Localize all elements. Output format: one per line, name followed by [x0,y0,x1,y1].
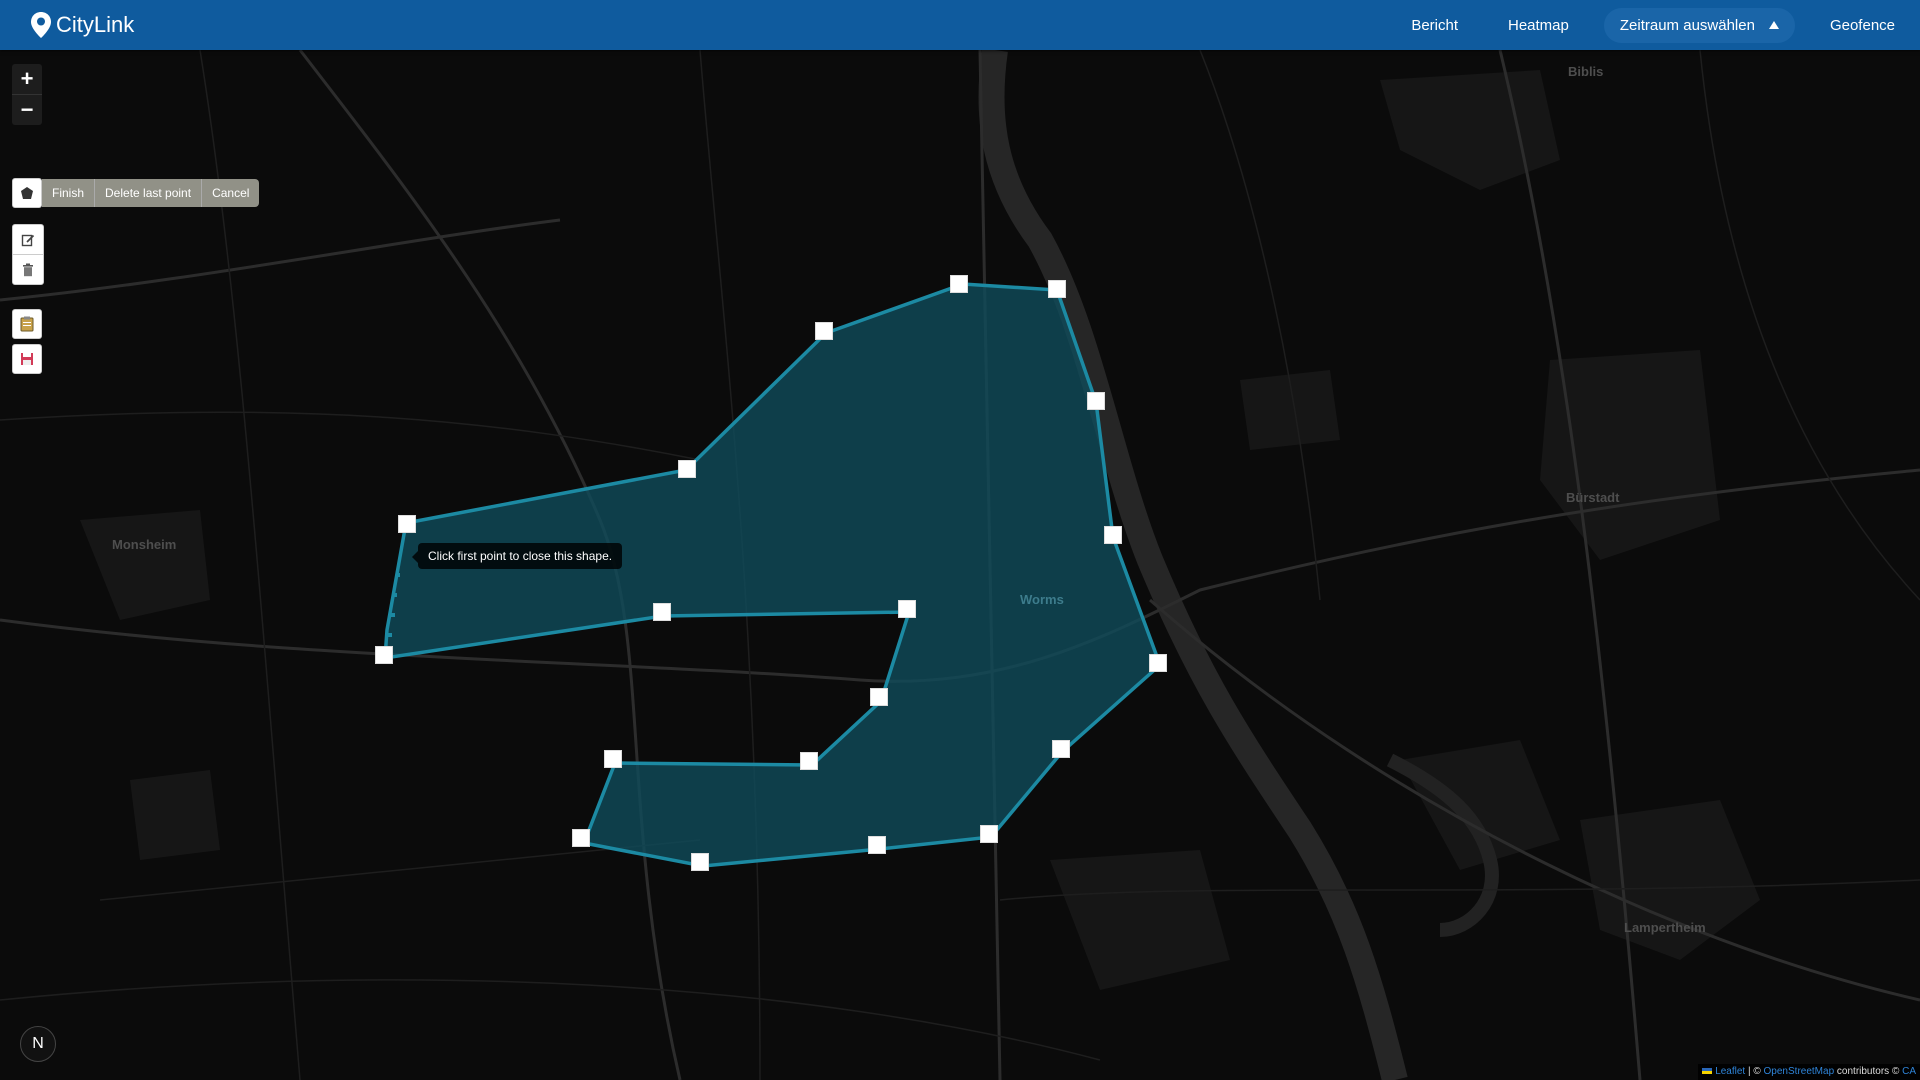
nav-bericht[interactable]: Bericht [1386,17,1483,34]
label-buerstadt: Bürstadt [1566,490,1620,505]
top-navbar: CityLink Bericht Heatmap Zeitraum auswäh… [0,0,1920,50]
zoom-out-button[interactable]: − [12,94,42,125]
finish-button[interactable]: Finish [42,179,94,207]
polygon-vertex[interactable] [1149,654,1167,672]
clipboard-icon [20,316,34,332]
polygon-vertex[interactable] [870,688,888,706]
osm-link[interactable]: OpenStreetMap [1764,1066,1835,1077]
clipboard-button[interactable] [12,309,42,339]
nav-menu: Bericht Heatmap Zeitraum auswählen Geofe… [1386,0,1920,50]
leaflet-link[interactable]: Leaflet [1715,1066,1745,1077]
zoom-control: + − [12,64,42,125]
label-biblis: Biblis [1568,64,1604,79]
zoom-in-button[interactable]: + [12,64,42,94]
polygon-vertex[interactable] [1104,526,1122,544]
label-worms: Worms [1020,592,1064,607]
polygon-vertex[interactable] [1052,740,1070,758]
save-button[interactable] [12,344,42,374]
carto-link[interactable]: CA [1902,1066,1916,1077]
polygon-vertex[interactable] [398,515,416,533]
flag-icon [1702,1068,1713,1074]
polygon-vertex[interactable] [800,752,818,770]
polygon-vertex[interactable] [1048,280,1066,298]
caret-up-icon [1768,21,1779,29]
polygon-icon [21,187,33,199]
draw-tooltip: Click first point to close this shape. [411,543,623,569]
draw-actions: Finish Delete last point Cancel [42,179,260,207]
edit-toolbar [12,224,44,285]
polygon-vertex[interactable] [815,322,833,340]
draw-toolbar [12,178,42,208]
label-monsheim: Monsheim [112,537,177,552]
nav-geofence[interactable]: Geofence [1805,17,1920,34]
delete-last-point-button[interactable]: Delete last point [94,179,201,207]
polygon-vertex[interactable] [980,825,998,843]
delete-layers-button[interactable] [13,254,43,284]
save-icon [21,353,33,365]
compass-north-icon[interactable]: N [20,1026,56,1062]
polygon-vertex[interactable] [868,836,886,854]
polygon-vertex[interactable] [572,829,590,847]
map-attribution: Leaflet | © OpenStreetMap contributors ©… [1698,1064,1920,1080]
polygon-tool-button[interactable] [12,178,42,208]
polygon-vertex[interactable] [653,603,671,621]
cancel-button[interactable]: Cancel [201,179,259,207]
map-pin-icon [31,12,51,38]
brand-name: CityLink [56,12,135,37]
polygon-vertex[interactable] [1087,392,1105,410]
trash-icon [23,263,33,276]
nav-zeitraum-label: Zeitraum auswählen [1619,16,1755,34]
attribution-sep: | © [1745,1066,1764,1077]
polygon-vertex[interactable] [604,750,622,768]
polygon-vertex[interactable] [691,853,709,871]
polygon-vertex[interactable] [898,600,916,618]
edit-icon [21,234,35,246]
map-canvas[interactable]: Biblis Monsheim Worms Bürstadt Lamperthe… [0,50,1920,1080]
polygon-vertex[interactable] [950,275,968,293]
nav-zeitraum-dropdown[interactable]: Zeitraum auswählen [1603,7,1795,43]
edit-layers-button[interactable] [13,225,43,254]
attribution-contrib: contributors © [1834,1066,1903,1077]
nav-heatmap[interactable]: Heatmap [1483,17,1594,34]
label-lampertheim: Lampertheim [1624,920,1706,935]
polygon-vertex[interactable] [375,646,393,664]
brand-logo[interactable]: CityLink [30,10,134,40]
polygon-vertex[interactable] [678,460,696,478]
